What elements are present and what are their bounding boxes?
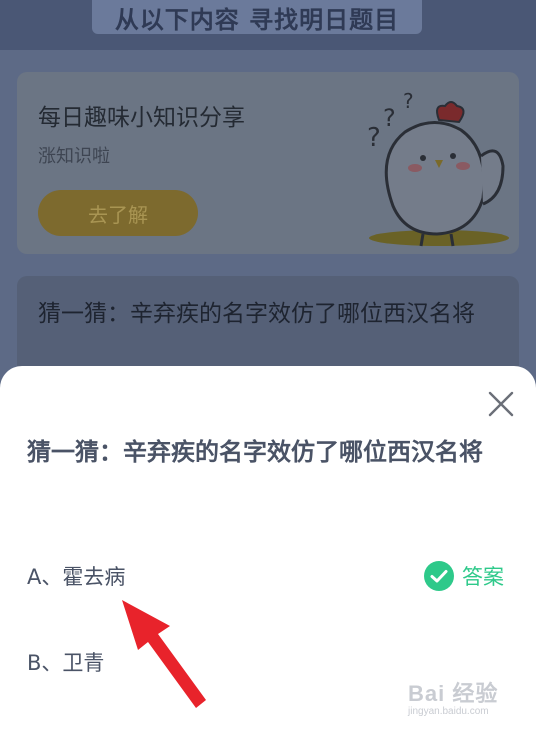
svg-text:?: ? [403, 89, 414, 113]
red-pointer-arrow-icon [122, 600, 206, 708]
answer-label: 答案 [462, 565, 504, 589]
option-a-label: A、霍去病 [27, 565, 126, 589]
svg-text:?: ? [367, 123, 381, 153]
watermark-main: Bai 经验 [408, 681, 499, 706]
question-card-text: 猜一猜：辛弃疾的名字效仿了哪位西汉名将 [38, 301, 475, 327]
close-icon[interactable] [488, 391, 514, 417]
top-banner: 从以下内容 寻找明日题目 [0, 0, 536, 50]
correct-answer-badge: 答案 [424, 559, 504, 593]
watermark-sub: jingyan.baidu.com [408, 706, 489, 717]
sheet-question-text: 猜一猜：辛弃疾的名字效仿了哪位西汉名将 [27, 438, 483, 466]
check-circle-icon [424, 561, 454, 591]
chick-mascot-icon: ? ? ? [367, 89, 509, 247]
trivia-card-title: 每日趣味小知识分享 [38, 105, 245, 131]
trivia-card[interactable]: 每日趣味小知识分享 涨知识啦 去了解 ? ? ? [17, 72, 519, 254]
svg-text:?: ? [383, 104, 396, 132]
baidu-jingyan-watermark: Bai 经验 jingyan.baidu.com [408, 676, 526, 724]
option-b-label: B、卫青 [27, 651, 105, 675]
trivia-card-subtitle: 涨知识啦 [38, 146, 110, 167]
banner-title: 从以下内容 寻找明日题目 [92, 0, 422, 34]
learn-more-button[interactable]: 去了解 [38, 190, 198, 236]
